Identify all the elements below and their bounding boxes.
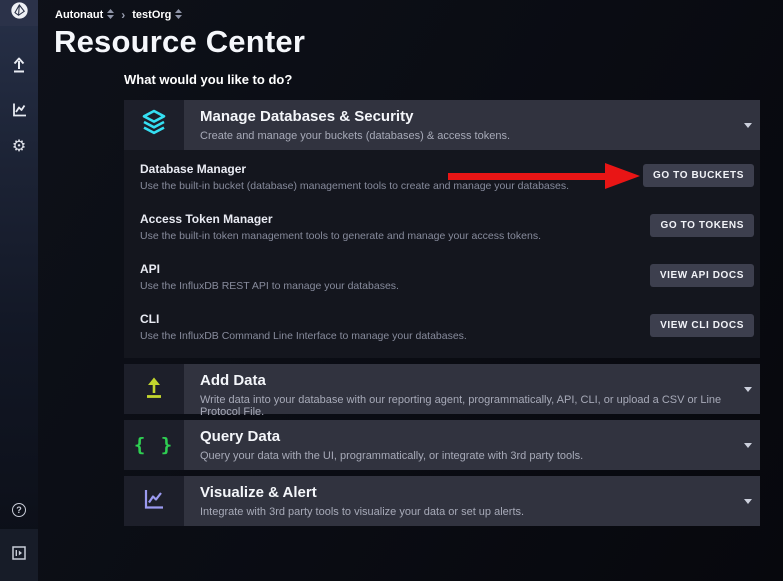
icon-column <box>124 476 184 526</box>
icon-column: { } <box>124 420 184 470</box>
breadcrumb-org-dropdown[interactable]: testOrg <box>132 9 182 22</box>
resource-panels: Manage Databases & Security Create and m… <box>124 100 760 532</box>
sidebar-item-load-data[interactable] <box>0 55 38 78</box>
panel-description: Integrate with 3rd party tools to visual… <box>200 506 524 518</box>
breadcrumb: Autonaut › testOrg <box>55 8 182 22</box>
panel-add-data: Add Data Write data into your database w… <box>124 364 760 414</box>
panel-title: Visualize & Alert <box>200 484 524 503</box>
sort-arrows-icon <box>107 9 114 22</box>
chevron-down-icon[interactable] <box>744 443 752 448</box>
org-name: testOrg <box>132 9 171 21</box>
sidebar-item-data-explorer[interactable] <box>0 101 38 123</box>
chevron-down-icon[interactable] <box>744 387 752 392</box>
go-to-tokens-button[interactable]: GO TO TOKENS <box>650 214 754 237</box>
gear-icon: ⚙ <box>12 138 26 154</box>
go-to-buckets-button[interactable]: GO TO BUCKETS <box>643 164 754 187</box>
panel-title: Query Data <box>200 428 583 447</box>
view-cli-docs-button[interactable]: VIEW CLI DOCS <box>650 314 754 337</box>
item-title: API <box>140 262 399 276</box>
panel-title: Manage Databases & Security <box>200 108 510 127</box>
app-window: ⚙ ? Autonaut › t <box>0 0 783 581</box>
list-item-database-manager: Database Manager Use the built-in bucket… <box>124 154 760 204</box>
list-item-cli: CLI Use the InfluxDB Command Line Interf… <box>124 304 760 354</box>
list-item-api: API Use the InfluxDB REST API to manage … <box>124 254 760 304</box>
item-description: Use the InfluxDB REST API to manage your… <box>140 280 399 292</box>
chevron-down-icon[interactable] <box>744 123 752 128</box>
influxdb-logo-icon <box>10 1 29 25</box>
panel-description: Write data into your database with our r… <box>200 394 760 418</box>
icon-column <box>124 100 184 150</box>
panel-manage-databases: Manage Databases & Security Create and m… <box>124 100 760 358</box>
main-content: Autonaut › testOrg Resource Center What … <box>38 0 783 581</box>
layers-icon <box>139 109 169 141</box>
graphs-icon <box>11 101 28 123</box>
page-subtitle: What would you like to do? <box>124 72 292 87</box>
item-description: Use the built-in bucket (database) manag… <box>140 180 569 192</box>
sidebar-item-toggle[interactable] <box>0 529 38 581</box>
sidebar-item-help[interactable]: ? <box>0 503 38 517</box>
item-description: Use the InfluxDB Command Line Interface … <box>140 330 467 342</box>
item-title: Access Token Manager <box>140 212 541 226</box>
expand-panel-icon <box>12 546 26 565</box>
panel-description: Create and manage your buckets (database… <box>200 130 510 142</box>
panel-manage-databases-header[interactable]: Manage Databases & Security Create and m… <box>124 100 760 150</box>
panel-add-data-header[interactable]: Add Data Write data into your database w… <box>124 364 760 414</box>
panel-description: Query your data with the UI, programmati… <box>200 450 583 462</box>
sidebar-item-settings[interactable]: ⚙ <box>0 138 38 154</box>
item-title: CLI <box>140 312 467 326</box>
sort-arrows-icon <box>175 9 182 22</box>
breadcrumb-separator: › <box>121 8 125 22</box>
panel-visualize-alert-header[interactable]: Visualize & Alert Integrate with 3rd par… <box>124 476 760 526</box>
icon-column <box>124 364 184 414</box>
view-api-docs-button[interactable]: VIEW API DOCS <box>650 264 754 287</box>
list-item-access-token-manager: Access Token Manager Use the built-in to… <box>124 204 760 254</box>
panel-query-data-header[interactable]: { } Query Data Query your data with the … <box>124 420 760 470</box>
account-name: Autonaut <box>55 9 103 21</box>
item-title: Database Manager <box>140 162 569 176</box>
help-icon: ? <box>12 503 26 517</box>
breadcrumb-account-dropdown[interactable]: Autonaut <box>55 9 114 22</box>
influxdb-logo[interactable] <box>0 0 38 26</box>
sidebar: ⚙ ? <box>0 0 38 581</box>
chevron-down-icon[interactable] <box>744 499 752 504</box>
page-title: Resource Center <box>54 24 305 60</box>
panel-query-data: { } Query Data Query your data with the … <box>124 420 760 470</box>
braces-icon: { } <box>134 434 174 456</box>
panel-manage-databases-body: Database Manager Use the built-in bucket… <box>124 150 760 358</box>
panel-visualize-alert: Visualize & Alert Integrate with 3rd par… <box>124 476 760 526</box>
panel-title: Add Data <box>200 372 760 391</box>
upload-data-icon <box>141 374 167 405</box>
line-chart-icon <box>141 486 167 517</box>
item-description: Use the built-in token management tools … <box>140 230 541 242</box>
upload-icon <box>10 55 28 78</box>
